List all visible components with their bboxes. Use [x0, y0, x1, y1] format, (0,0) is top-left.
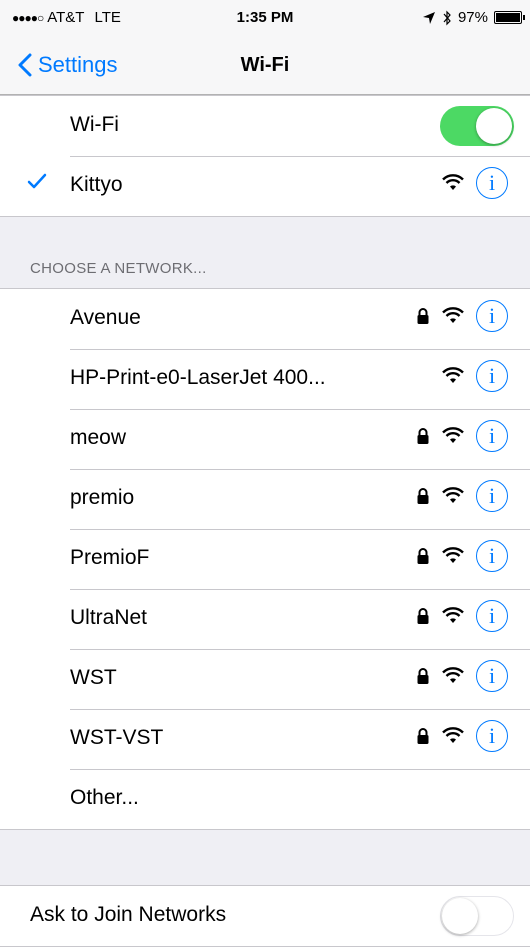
network-name: Avenue	[70, 306, 141, 329]
info-button[interactable]: i	[476, 720, 508, 752]
checkmark-icon	[27, 173, 47, 189]
wifi-group: Wi-Fi Kittyo i	[0, 95, 530, 217]
network-row[interactable]: meow i	[0, 409, 530, 469]
lock-icon	[417, 548, 429, 564]
navigation-bar: Settings Wi-Fi	[0, 36, 530, 95]
ask-to-join-group: Ask to Join Networks	[0, 885, 530, 947]
network-row[interactable]: WST i	[0, 649, 530, 709]
ask-to-join-toggle[interactable]	[440, 896, 514, 936]
battery-icon	[494, 11, 525, 24]
info-button[interactable]: i	[476, 420, 508, 452]
lock-icon	[417, 308, 429, 324]
other-label: Other...	[70, 786, 139, 809]
wifi-signal-icon	[442, 307, 464, 323]
lock-icon	[417, 728, 429, 744]
network-name: WST-VST	[70, 726, 164, 749]
info-button[interactable]: i	[476, 167, 508, 199]
lock-icon	[417, 488, 429, 504]
other-network-row[interactable]: Other...	[0, 769, 530, 829]
network-name: WST	[70, 666, 117, 689]
network-name: UltraNet	[70, 606, 148, 629]
wifi-signal-icon	[442, 547, 464, 563]
info-button[interactable]: i	[476, 360, 508, 392]
network-name: PremioF	[70, 546, 150, 569]
wifi-signal-icon	[442, 607, 464, 623]
wifi-toggle-row: Wi-Fi	[0, 96, 530, 156]
network-name: premio	[70, 486, 135, 509]
network-row[interactable]: HP-Print-e0-LaserJet 400... i	[0, 349, 530, 409]
bluetooth-icon	[443, 10, 451, 25]
wifi-label: Wi-Fi	[70, 113, 119, 136]
info-button[interactable]: i	[476, 660, 508, 692]
location-arrow-icon	[422, 11, 435, 24]
connected-network-name: Kittyo	[70, 173, 123, 196]
network-row[interactable]: UltraNet i	[0, 589, 530, 649]
wifi-signal-icon	[442, 727, 464, 743]
wifi-signal-icon	[442, 174, 464, 190]
network-name: meow	[70, 426, 127, 449]
info-button[interactable]: i	[476, 300, 508, 332]
wifi-signal-icon	[442, 427, 464, 443]
wifi-signal-icon	[442, 367, 464, 383]
ask-to-join-label: Ask to Join Networks	[30, 903, 227, 926]
wifi-signal-icon	[442, 487, 464, 503]
network-list: Avenue i HP-Print-e0-LaserJet 400... i meo…	[0, 288, 530, 830]
network-row[interactable]: Avenue i	[0, 289, 530, 349]
wifi-signal-icon	[442, 667, 464, 683]
network-row[interactable]: premio i	[0, 469, 530, 529]
network-name: HP-Print-e0-LaserJet 400...	[70, 366, 326, 389]
lock-icon	[417, 428, 429, 444]
info-button[interactable]: i	[476, 600, 508, 632]
info-button[interactable]: i	[476, 540, 508, 572]
section-header: CHOOSE A NETWORK...	[30, 260, 207, 277]
battery-percent: 97%	[457, 9, 488, 26]
lock-icon	[417, 608, 429, 624]
wifi-toggle[interactable]	[440, 106, 514, 146]
info-button[interactable]: i	[476, 480, 508, 512]
status-right: 97%	[422, 9, 525, 26]
status-bar: ●●●●○ AT&T LTE 1:35 PM 97%	[0, 0, 530, 36]
network-row[interactable]: PremioF i	[0, 529, 530, 589]
ask-to-join-row: Ask to Join Networks	[0, 886, 530, 946]
page-title: Wi-Fi	[240, 54, 290, 76]
connected-network-row[interactable]: Kittyo i	[0, 156, 530, 216]
network-row[interactable]: WST-VST i	[0, 709, 530, 769]
lock-icon	[417, 668, 429, 684]
